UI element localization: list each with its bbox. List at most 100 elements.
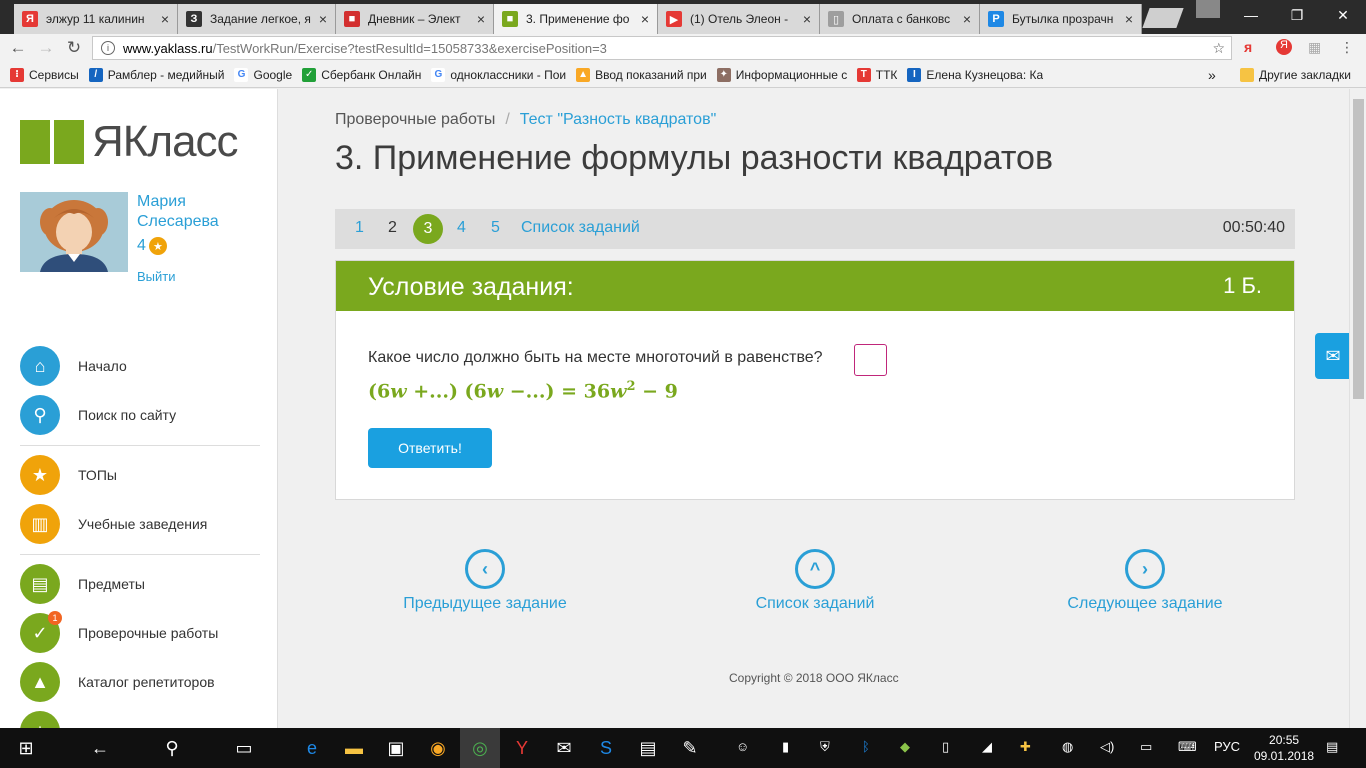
bookmarks-more-icon[interactable]: » [1208,67,1216,83]
next-task-link[interactable]: › Следующее задание [1055,549,1235,613]
volume-icon[interactable]: ◁) [1100,739,1114,755]
answer-button[interactable]: Ответить! [368,428,492,468]
sidebar-item-schools[interactable]: ▥ Учебные заведения [20,504,270,544]
store-icon[interactable]: ▣ [376,728,416,768]
sidebar-item-tutors[interactable]: ▲ Каталог репетиторов [20,662,270,702]
back-icon[interactable]: ← [6,38,30,58]
browser-tab[interactable]: ▯ Оплата с банковс × [820,4,980,34]
usb-icon[interactable]: ▯ [942,739,949,755]
keyboard-icon[interactable]: ⌨ [1178,739,1197,755]
reload-icon[interactable]: ↻ [62,38,86,58]
other-bookmarks-folder[interactable]: Другие закладки [1240,67,1351,82]
sidebar-item-label: Предметы [78,576,145,592]
tray-app-icon[interactable]: ✚ [1020,739,1031,755]
bookmark-item[interactable]: ⁝ Сервисы [10,67,79,82]
yandex-browser-icon[interactable]: Y [502,728,542,768]
news-icon[interactable]: ▤ [628,728,668,768]
logout-link[interactable]: Выйти [137,269,176,284]
sidebar-item-search[interactable]: ⚲ Поиск по сайту [20,395,270,435]
browser-tab[interactable]: ▶ (1) Отель Элеон - × [658,4,820,34]
maximize-icon[interactable]: ❐ [1274,0,1320,30]
bookmark-item[interactable]: Gодноклассники - Пои [431,67,566,82]
breadcrumb-current[interactable]: Тест "Разность квадратов" [520,111,717,128]
task-link-2[interactable]: 2 [388,219,397,237]
task-view-icon[interactable]: ▭ [224,728,264,768]
scrollbar[interactable] [1349,89,1366,728]
browser-tab[interactable]: ■ Дневник – Элект × [336,4,494,34]
sidebar-item-more[interactable]: + [20,711,270,728]
task-link-4[interactable]: 4 [457,219,466,237]
browser-tab[interactable]: Я элжур 11 калинин × [14,4,178,34]
yandex-extension-icon[interactable]: я [1244,39,1252,55]
bookmark-item[interactable]: I Елена Кузнецова: Ка [907,67,1043,82]
close-icon[interactable]: × [1125,11,1133,27]
avatar[interactable] [20,192,128,272]
sidebar-item-subjects[interactable]: ▤ Предметы [20,564,270,604]
bookmark-item[interactable]: T ТТК [856,67,897,82]
task-link-5[interactable]: 5 [491,219,500,237]
palette-icon[interactable]: ✎ [670,728,710,768]
bookmark-item[interactable]: / Рамблер - медийный [88,67,224,82]
address-bar[interactable]: i www.yaklass.ru/TestWorkRun/Exercise?te… [92,36,1232,60]
close-icon[interactable]: × [803,11,811,27]
chrome-icon[interactable]: ◎ [460,728,500,768]
browser-tab[interactable]: З Задание легкое, я × [178,4,336,34]
user-score[interactable]: 4 ★ [137,237,167,255]
new-tab-button[interactable] [1142,8,1184,28]
security-icon[interactable]: ⛨ [820,739,830,755]
device-icon[interactable]: ▮ [782,739,789,755]
search-icon[interactable]: ⚲ [152,728,192,768]
app-tray-icon[interactable]: ◆ [900,739,910,755]
bookmark-item[interactable]: ✦ Информационные с [716,67,847,82]
bookmark-item[interactable]: ✓ Сбербанк Онлайн [302,67,421,82]
edge-icon[interactable]: e [292,728,332,768]
browser-tab-active[interactable]: ■ 3. Применение фо × [494,4,658,34]
scrollbar-thumb[interactable] [1353,99,1364,399]
people-icon[interactable]: ☺ [736,739,749,754]
menu-icon[interactable]: ⋮ [1340,39,1354,56]
mail-icon[interactable]: ✉ [1315,333,1351,379]
task-list-bottom-link[interactable]: ^ Список заданий [725,549,905,613]
windows-start-icon[interactable]: ⊞ [6,728,46,768]
close-icon[interactable]: × [477,11,485,27]
info-icon[interactable]: i [101,41,115,55]
task-list-link[interactable]: Список заданий [521,219,640,237]
mail-icon[interactable]: ✉ [544,728,584,768]
minimize-icon[interactable]: — [1228,0,1274,30]
bookmark-item[interactable]: ▲ Ввод показаний при [576,67,707,82]
task-link-3-active[interactable]: 3 [413,214,443,244]
browser-tab[interactable]: P Бутылка прозрачн × [980,4,1142,34]
wifi-icon[interactable]: ◢ [982,739,992,755]
battery-icon[interactable]: ▭ [1140,739,1152,755]
close-window-icon[interactable]: ✕ [1320,0,1366,30]
network-icon[interactable]: ◍ [1062,739,1073,755]
close-icon[interactable]: × [161,11,169,27]
forward-icon[interactable]: → [34,38,58,58]
sidebar-item-home[interactable]: ⌂ Начало [20,346,270,386]
back-arrow-icon[interactable]: ← [80,728,120,768]
bookmark-item[interactable]: G Google [234,67,292,82]
close-icon[interactable]: × [641,11,649,27]
sidebar-item-tests[interactable]: ✓ 1 Проверочные работы [20,611,270,653]
language-indicator[interactable]: РУС [1214,739,1240,754]
explorer-icon[interactable]: ▬ [334,728,374,768]
task-link-1[interactable]: 1 [355,219,364,237]
prev-task-link[interactable]: ‹ Предыдущее задание [395,549,575,613]
extension-icon[interactable]: ▦ [1308,39,1321,56]
yaklass-logo[interactable]: ЯКласс [20,117,239,167]
notifications-icon[interactable]: ▤ [1326,739,1338,755]
close-icon[interactable]: × [319,11,327,27]
profile-icon[interactable] [1196,0,1220,18]
skype-icon[interactable]: S [586,728,626,768]
sidebar-item-tops[interactable]: ★ ТОПы [20,455,270,495]
clock[interactable]: 20:55 09.01.2018 [1254,732,1314,764]
close-icon[interactable]: × [963,11,971,27]
breadcrumb-root[interactable]: Проверочные работы [335,111,495,128]
bluetooth-icon[interactable]: ᛒ [862,739,870,754]
paint-icon[interactable]: ◉ [418,728,458,768]
yandex-bar-icon[interactable]: Я [1276,39,1292,55]
book-icon: ▤ [20,564,60,604]
user-name-link[interactable]: Мария Слесарева [137,192,267,232]
bookmark-star-icon[interactable]: ☆ [1212,40,1225,57]
answer-input[interactable] [854,344,887,376]
